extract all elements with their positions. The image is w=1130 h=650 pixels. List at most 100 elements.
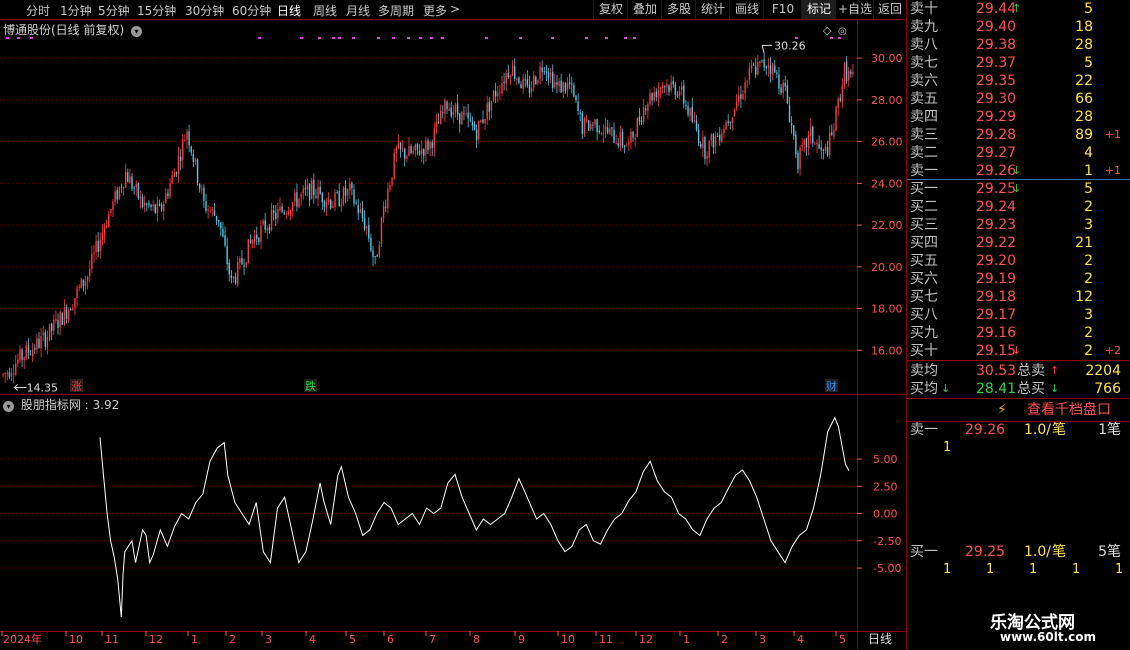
ask-volume: 28 bbox=[1075, 109, 1093, 125]
bid-volume: 2 bbox=[1084, 325, 1093, 341]
candle-body bbox=[708, 140, 710, 158]
candle-body bbox=[547, 72, 550, 79]
candle-body bbox=[659, 88, 662, 89]
ask-row[interactable]: 卖十 29.44 ↑ 5 bbox=[907, 0, 1130, 18]
ask-row[interactable]: 卖二 29.27 4 bbox=[907, 144, 1130, 162]
candle-body bbox=[719, 134, 721, 141]
candle-body bbox=[57, 320, 59, 328]
period-label: 日线 bbox=[868, 632, 892, 646]
candle-body bbox=[105, 226, 108, 228]
detail-row-bid[interactable]: 买一 29.25 1.0/笔 5笔 bbox=[907, 543, 1130, 561]
bid-row[interactable]: 买六 29.19 2 bbox=[907, 270, 1130, 288]
candle-body bbox=[604, 126, 607, 132]
candle-body bbox=[272, 210, 275, 213]
stock-chart[interactable]: 16.0018.0020.0022.0024.0026.0028.0030.00… bbox=[0, 0, 906, 650]
ask-volume: 4 bbox=[1084, 145, 1093, 161]
ask-volume: 5 bbox=[1084, 55, 1093, 71]
ask-volume: 89 bbox=[1075, 127, 1093, 143]
bid-price: 29.25 bbox=[976, 181, 1017, 197]
candle-body bbox=[596, 119, 598, 133]
y-tick-label: -2.50 bbox=[873, 535, 901, 548]
queue-item: 1 bbox=[1072, 562, 1081, 577]
candle-body bbox=[291, 202, 294, 212]
x-tick-label: 12 bbox=[639, 633, 653, 646]
bid-row[interactable]: 买五 29.20 2 bbox=[907, 252, 1130, 270]
candle-body bbox=[2, 374, 4, 376]
bid-row[interactable]: 买二 29.24 2 bbox=[907, 198, 1130, 216]
candle-body bbox=[258, 238, 260, 242]
candle-body bbox=[201, 188, 203, 190]
event-marker bbox=[300, 37, 303, 39]
arrow-icon: ↓ bbox=[941, 382, 951, 395]
candle-body bbox=[17, 359, 19, 365]
candle-body bbox=[315, 196, 317, 198]
candle-body bbox=[374, 256, 376, 258]
bid-row[interactable]: 买四 29.22 21 bbox=[907, 234, 1130, 252]
candle-body bbox=[685, 104, 687, 107]
candle-body bbox=[82, 279, 85, 286]
candle-body bbox=[139, 196, 142, 200]
ask-change: +1 bbox=[1104, 164, 1121, 177]
candle-body bbox=[583, 118, 586, 135]
detail-price: 29.25 bbox=[965, 544, 1006, 560]
candle-body bbox=[480, 120, 482, 123]
candle-body bbox=[818, 144, 820, 149]
detail-row-ask[interactable]: 卖一 29.26 1.0/笔 1笔 bbox=[907, 421, 1130, 439]
candle-body bbox=[243, 265, 245, 267]
candle-body bbox=[23, 357, 25, 361]
x-tick-label: 5 bbox=[839, 633, 846, 646]
ask-row[interactable]: 卖八 29.38 28 bbox=[907, 36, 1130, 54]
y-tick-label: 0.00 bbox=[873, 508, 898, 521]
ask-row[interactable]: 卖五 29.30 66 bbox=[907, 90, 1130, 108]
detail-qty: 1.0/ bbox=[1024, 422, 1051, 438]
candle-body bbox=[55, 318, 57, 322]
candle-body bbox=[543, 71, 545, 73]
candle-body bbox=[222, 228, 224, 237]
bid-row[interactable]: 买十 29.15 ↓ 2 +2 bbox=[907, 342, 1130, 360]
candle-body bbox=[537, 80, 539, 84]
candle-body bbox=[289, 210, 292, 215]
candle-body bbox=[385, 206, 387, 208]
depth-button[interactable]: ⚡ 查看千档盘口 bbox=[907, 400, 1130, 420]
bid-label: 买七 bbox=[910, 289, 938, 305]
bid-row[interactable]: 买八 29.17 3 bbox=[907, 306, 1130, 324]
ask-row[interactable]: 卖七 29.37 5 bbox=[907, 54, 1130, 72]
ask-row[interactable]: 卖四 29.29 28 bbox=[907, 108, 1130, 126]
summary-row-sell: 卖均 30.53 总卖 ↑ 2204 bbox=[907, 362, 1130, 380]
queue-item: 1 bbox=[1029, 562, 1038, 577]
candle-body bbox=[769, 65, 772, 74]
ask-row[interactable]: 卖九 29.40 18 bbox=[907, 18, 1130, 36]
candle-body bbox=[653, 92, 655, 101]
bid-label: 买八 bbox=[910, 307, 938, 323]
candle-body bbox=[163, 203, 165, 212]
event-badge-label: 跌 bbox=[305, 379, 316, 393]
candle-body bbox=[793, 125, 795, 137]
ask-row[interactable]: 卖一 29.26 ↓ 1 +1 bbox=[907, 162, 1130, 180]
candle-body bbox=[34, 347, 36, 350]
ask-label: 卖九 bbox=[910, 19, 938, 35]
bid-row[interactable]: 买七 29.18 12 bbox=[907, 288, 1130, 306]
candle-body bbox=[672, 81, 674, 85]
candle-body bbox=[742, 93, 744, 100]
event-badge-label: 涨 bbox=[71, 380, 82, 393]
bid-row[interactable]: 买一 29.25 ↓ 5 bbox=[907, 180, 1130, 198]
candle-body bbox=[835, 106, 837, 131]
candle-body bbox=[311, 180, 313, 199]
candle-body bbox=[727, 121, 729, 123]
bid-row[interactable]: 买九 29.16 2 bbox=[907, 324, 1130, 342]
candle-body bbox=[124, 171, 127, 188]
depth-divider bbox=[907, 398, 1130, 399]
ask-label: 卖七 bbox=[910, 55, 938, 71]
candle-body bbox=[691, 106, 693, 122]
candle-body bbox=[156, 203, 159, 214]
ask-volume: 18 bbox=[1075, 19, 1093, 35]
bid-row[interactable]: 买三 29.23 3 bbox=[907, 216, 1130, 234]
candle-body bbox=[435, 121, 438, 127]
candle-body bbox=[380, 217, 383, 245]
ask-row[interactable]: 卖六 29.35 22 bbox=[907, 72, 1130, 90]
candle-body bbox=[285, 213, 288, 215]
ask-label: 卖二 bbox=[910, 145, 938, 161]
candle-body bbox=[370, 237, 372, 251]
candle-body bbox=[581, 113, 584, 134]
ask-row[interactable]: 卖三 29.28 89 +1 bbox=[907, 126, 1130, 144]
